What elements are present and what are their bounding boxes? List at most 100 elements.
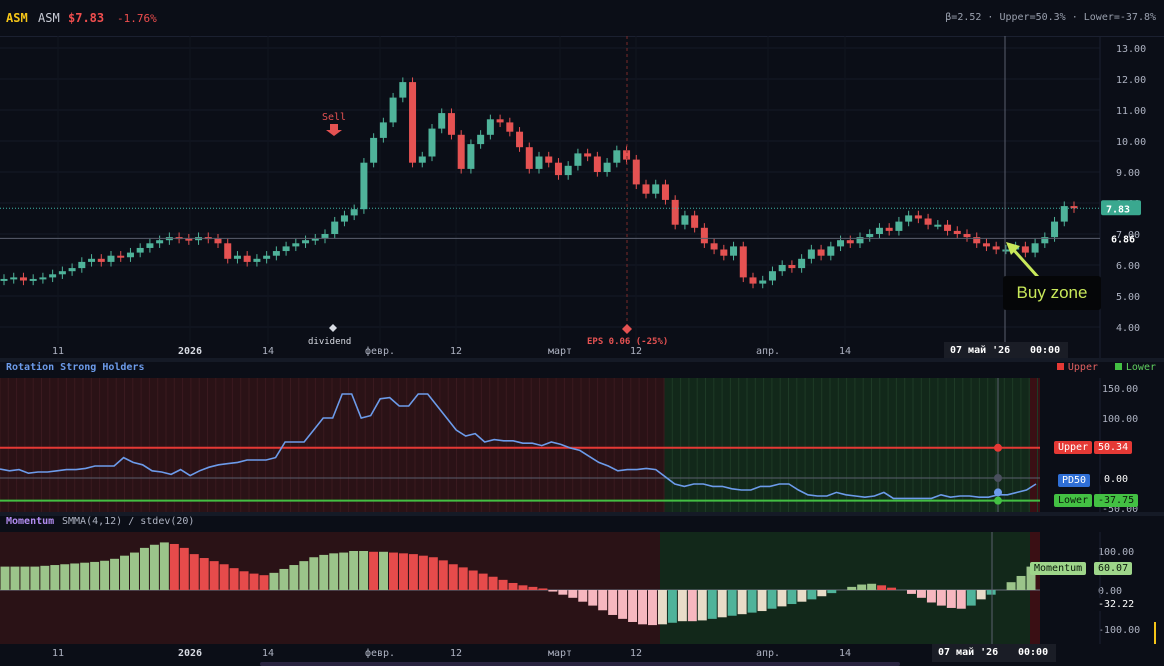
- candle-body: [749, 277, 757, 284]
- candle-body: [19, 277, 27, 281]
- lower-point: [994, 496, 1002, 505]
- candle-body: [700, 227, 708, 244]
- momentum-bar: [169, 543, 179, 590]
- stats-summary: β=2.52 · Upper=50.3% · Lower=-37.8%: [945, 12, 1156, 23]
- momentum-bar: [139, 547, 149, 590]
- candle-body: [272, 251, 280, 256]
- momentum-bar: [159, 542, 169, 590]
- candle-body: [447, 113, 455, 135]
- candle-body: [584, 153, 592, 157]
- momentum-tag: Momentum: [1030, 562, 1087, 575]
- x-tick-label: 11: [52, 346, 64, 357]
- momentum-bar: [508, 582, 518, 590]
- candle-body: [389, 97, 397, 123]
- momentum-bar: [149, 544, 159, 590]
- candle-body: [632, 159, 640, 185]
- candle-body: [613, 150, 621, 163]
- momentum-bar: [458, 567, 468, 590]
- momentum-bar: [10, 566, 20, 590]
- lower-tag: Lower: [1054, 494, 1093, 507]
- crosshair-date: 07 май '26: [950, 345, 1011, 356]
- momentum-bar: [289, 565, 299, 590]
- bottom-x-tick: 11: [52, 648, 64, 659]
- candle-body: [243, 255, 251, 262]
- momentum-bar: [638, 590, 647, 625]
- x-tick-label: 14: [262, 346, 274, 357]
- candle-body: [778, 265, 786, 272]
- ticker-badge[interactable]: ASM: [6, 11, 28, 25]
- momentum-bar: [548, 590, 558, 592]
- candle-body: [992, 246, 1000, 250]
- candle-body: [827, 246, 835, 256]
- candle-body: [126, 252, 134, 258]
- momentum-bar: [30, 566, 40, 590]
- candle-body: [671, 199, 679, 225]
- candle-body: [953, 230, 961, 234]
- rsh-point: [994, 488, 1002, 497]
- candle-body: [535, 156, 543, 169]
- candle-body: [224, 243, 232, 259]
- momentum-bar: [329, 553, 339, 590]
- momentum-current-value: -32.22: [1094, 598, 1139, 611]
- candle-body: [477, 134, 485, 145]
- change-label: -1.76%: [117, 12, 157, 25]
- candle-body: [350, 209, 358, 216]
- dividend-label: dividend: [308, 337, 351, 347]
- momentum-bar: [588, 590, 598, 606]
- momentum-bar: [279, 568, 289, 590]
- candle-body: [944, 224, 952, 231]
- candle-body: [331, 221, 339, 234]
- candle-body: [516, 131, 524, 148]
- momentum-bar: [687, 590, 697, 622]
- candle-body: [768, 271, 776, 281]
- y-tick-label: 12.00: [1116, 75, 1146, 86]
- sell-arrow-icon: [326, 124, 342, 136]
- momentum-bar: [498, 579, 508, 590]
- lower-value-tag: -37.75: [1094, 494, 1139, 507]
- momentum-bar: [966, 590, 976, 606]
- candle-body: [525, 147, 533, 169]
- momentum-bar: [767, 590, 777, 609]
- y-tick-label: 5.00: [1116, 292, 1140, 303]
- momentum-y-tick: 0.00: [1098, 586, 1122, 597]
- momentum-bar: [179, 547, 189, 590]
- candle-body: [788, 265, 796, 269]
- legend-lower-label: Lower: [1125, 362, 1156, 373]
- candle-body: [136, 247, 144, 253]
- candle-body: [982, 243, 990, 247]
- rsh-chart[interactable]: 150.00100.0050.000.00-50.00: [0, 378, 1164, 512]
- x-tick-label: 12: [630, 346, 642, 357]
- momentum-bar: [717, 590, 727, 618]
- candle-body: [418, 156, 426, 163]
- momentum-bar: [209, 561, 219, 590]
- momentum-bar: [309, 557, 319, 590]
- bottom-crosshair-date: 07 май '26: [938, 647, 999, 658]
- candle-body: [496, 119, 504, 123]
- momentum-title: Momentum: [6, 516, 55, 527]
- candle-body: [282, 246, 290, 252]
- candle-body: [798, 258, 806, 269]
- candle-body: [311, 238, 319, 241]
- momentum-bar: [558, 590, 568, 595]
- scroll-marker: [1154, 622, 1156, 644]
- rsh-y-tick: 100.00: [1102, 414, 1138, 425]
- bottom-x-tick: февр.: [365, 647, 395, 659]
- bottom-x-tick: 14: [839, 648, 851, 659]
- dividend-diamond-icon: [329, 324, 337, 332]
- momentum-bar: [697, 590, 707, 621]
- momentum-chart[interactable]: 100.0050.000.00-100.00: [0, 532, 1164, 644]
- pd50-value-tag: 0.00: [1100, 473, 1133, 486]
- momentum-bar: [887, 587, 897, 590]
- candle-body: [875, 227, 883, 234]
- legend-upper-label: Upper: [1067, 362, 1098, 373]
- candle-body: [1060, 206, 1068, 222]
- candle-body: [1031, 243, 1039, 253]
- x-tick-label: март: [548, 346, 572, 357]
- candle-body: [340, 215, 348, 222]
- momentum-bar: [219, 564, 229, 590]
- price-chart[interactable]: 13.0012.0011.0010.009.008.007.006.005.00…: [0, 36, 1164, 358]
- momentum-bar: [946, 590, 956, 608]
- momentum-bar: [867, 583, 877, 590]
- momentum-bar: [797, 590, 807, 602]
- upper-value-tag: 50.34: [1094, 441, 1133, 454]
